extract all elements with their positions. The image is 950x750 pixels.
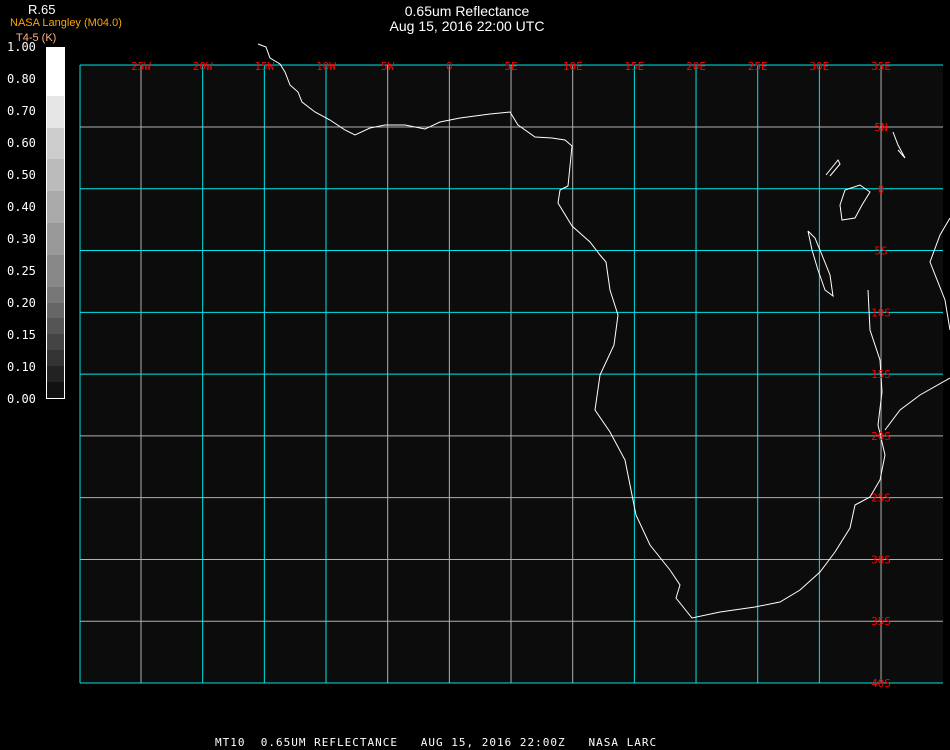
longitude-label: 0 bbox=[446, 60, 453, 73]
longitude-label: 20W bbox=[193, 60, 213, 73]
longitude-label: 10W bbox=[316, 60, 336, 73]
longitude-label: 15W bbox=[254, 60, 274, 73]
latitude-label: 35S bbox=[871, 615, 891, 628]
latitude-label: 25S bbox=[871, 492, 891, 505]
latitude-label: 5N bbox=[874, 121, 887, 134]
footer-caption: MT10 0.65UM REFLECTANCE AUG 15, 2016 22:… bbox=[215, 736, 658, 749]
longitude-label: 25W bbox=[131, 60, 151, 73]
longitude-label: 10E bbox=[563, 60, 583, 73]
longitude-label: 20E bbox=[686, 60, 706, 73]
latitude-label: 30S bbox=[871, 553, 891, 566]
latitude-label: 15S bbox=[871, 368, 891, 381]
longitude-label: 5W bbox=[381, 60, 395, 73]
longitude-label: 15E bbox=[624, 60, 644, 73]
longitude-label: 25E bbox=[748, 60, 768, 73]
latitude-label: 5S bbox=[874, 245, 887, 258]
latitude-label: 40S bbox=[871, 677, 891, 690]
latitude-label: 20S bbox=[871, 430, 891, 443]
longitude-label: 35E bbox=[871, 60, 891, 73]
latitude-label: 0 bbox=[878, 183, 885, 196]
map-canvas: 25W 20W 15W 10W 5W 0 5E 10E 15E 20E 25E 30E 35E 5N 0 5S… bbox=[79, 43, 950, 690]
longitude-label: 5E bbox=[504, 60, 517, 73]
latitude-label: 10S bbox=[871, 306, 891, 319]
longitude-label: 30E bbox=[809, 60, 829, 73]
